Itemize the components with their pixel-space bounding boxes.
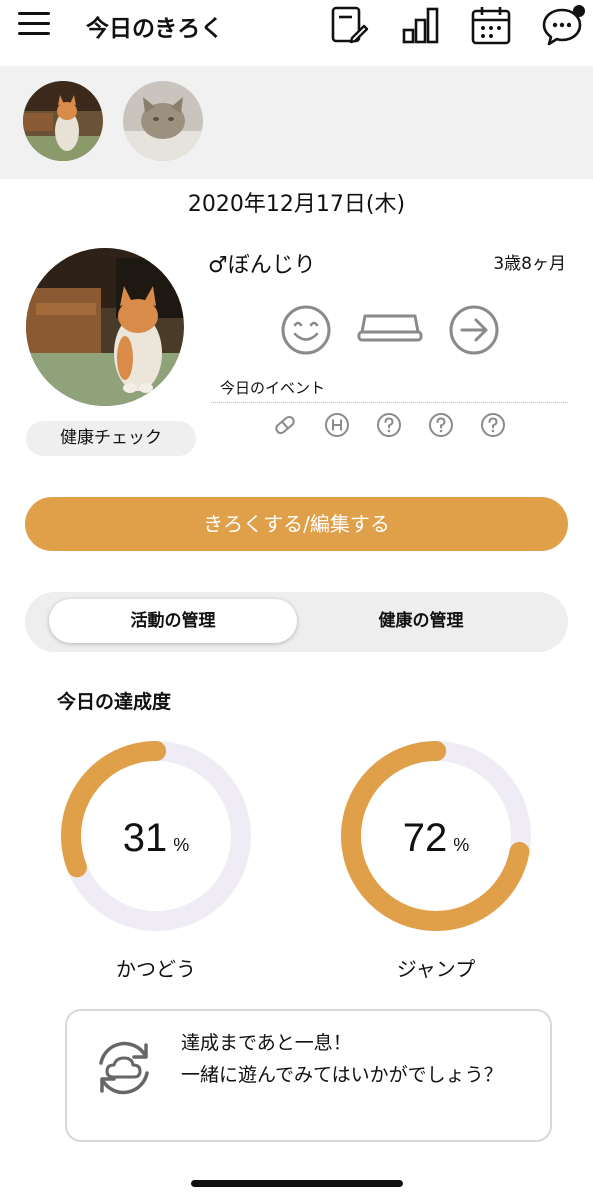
jump-progress-ring: 72% (341, 741, 531, 931)
question-icon[interactable] (428, 412, 454, 438)
pet-avatar[interactable] (123, 81, 203, 161)
hospital-h-icon[interactable] (324, 412, 350, 438)
activity-percent-unit: % (173, 835, 189, 855)
health-check-button[interactable]: 健康チェック (26, 421, 196, 456)
question-icon[interactable] (480, 412, 506, 438)
activity-percent-value: 31 (123, 816, 168, 860)
tab-activity[interactable]: 活動の管理 (49, 599, 297, 643)
tab-switcher: 活動の管理 健康の管理 (25, 592, 568, 652)
jump-percent-value: 72 (403, 816, 448, 860)
notification-dot (573, 5, 585, 17)
pill-icon[interactable] (272, 412, 298, 438)
current-date: 2020年12月17日(木) (187, 192, 406, 217)
event-label: 今日のイベント (220, 379, 326, 397)
pet-selector (0, 66, 593, 179)
activity-progress-ring: 31% (61, 741, 251, 931)
jump-label: ジャンプ (396, 957, 476, 981)
pet-name: ♂ぼんじり (208, 247, 316, 279)
tab-health[interactable]: 健康の管理 (297, 599, 545, 643)
smile-face-icon[interactable] (279, 303, 333, 357)
divider (211, 402, 568, 403)
activity-label: かつどう (116, 957, 196, 981)
pet-name-text: ぼんじり (227, 253, 316, 278)
bar-chart-icon[interactable] (400, 4, 442, 46)
svg-text:31%: 31% (123, 816, 190, 860)
pet-avatar-selected[interactable] (23, 81, 103, 161)
advice-line-2: 一緒に遊んでみてはいかがでしょう？ (181, 1064, 503, 1086)
male-icon: ♂ (208, 253, 228, 278)
pet-age: 3歳8ヶ月 (493, 254, 566, 274)
chat-icon[interactable] (540, 4, 588, 46)
menu-icon[interactable] (18, 10, 52, 36)
jump-percent-unit: % (453, 835, 469, 855)
arrow-right-circle-icon[interactable] (447, 303, 501, 357)
record-edit-button[interactable]: きろくする/編集する (25, 497, 568, 551)
advice-text: 達成まであと一息！ 一緒に遊んでみてはいかがでしょう？ (181, 1027, 521, 1091)
app-header: 今日のきろく (0, 0, 593, 66)
food-bowl-icon[interactable] (356, 312, 424, 346)
home-indicator (191, 1180, 403, 1187)
advice-card: 達成まであと一息！ 一緒に遊んでみてはいかがでしょう？ (65, 1009, 552, 1142)
edit-note-icon[interactable] (328, 4, 370, 46)
cloud-sync-icon (99, 1041, 149, 1095)
svg-text:72%: 72% (403, 816, 470, 860)
advice-line-1: 達成まであと一息！ (181, 1032, 352, 1054)
page-title: 今日のきろく (86, 16, 224, 42)
pet-photo (26, 248, 184, 406)
section-title: 今日の達成度 (57, 691, 172, 713)
question-icon[interactable] (376, 412, 402, 438)
calendar-icon[interactable] (470, 4, 512, 46)
